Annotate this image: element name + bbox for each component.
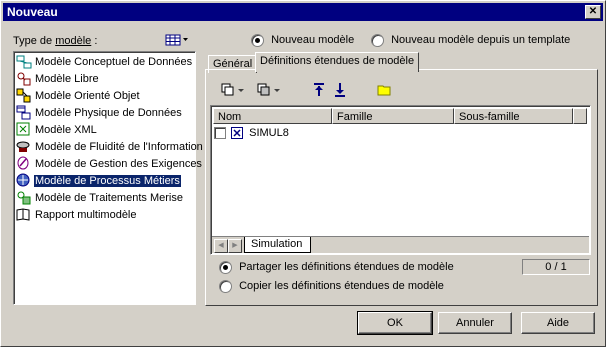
list-item[interactable]: Modèle de Gestion des Exigences xyxy=(16,156,205,172)
list-item[interactable]: Modèle Physique de Données xyxy=(16,105,185,121)
radio-copy-definitions[interactable]: Copier les définitions étendues de modèl… xyxy=(219,280,444,293)
free-model-icon xyxy=(16,71,32,87)
list-item[interactable]: Modèle de Traitements Merise xyxy=(16,190,186,206)
import-definition-button[interactable] xyxy=(256,82,280,98)
ok-button[interactable]: OK xyxy=(357,311,433,335)
list-item[interactable]: Modèle de Fluidité de l'Information xyxy=(16,139,206,155)
list-item-label: Rapport multimodèle xyxy=(35,209,137,221)
object-model-icon xyxy=(16,88,32,104)
radio-new-model-label: Nouveau modèle xyxy=(271,34,355,47)
list-item-label: Modèle XML xyxy=(35,124,97,136)
column-header-subfamily[interactable]: Sous-famille xyxy=(454,108,573,124)
radio-new-from-template-control[interactable] xyxy=(371,34,384,47)
radio-copy-control[interactable] xyxy=(219,280,232,293)
cancel-button[interactable]: Annuler xyxy=(438,312,512,334)
folder-icon xyxy=(377,85,391,96)
conceptual-model-icon xyxy=(16,54,32,70)
title-bar: Nouveau ✕ xyxy=(3,3,603,21)
sheet-prev-button[interactable]: ◀ xyxy=(214,239,228,253)
sheet-tab-simulation[interactable]: Simulation xyxy=(244,237,312,253)
row-checkbox[interactable] xyxy=(214,127,226,140)
row-name: SIMUL8 xyxy=(249,127,289,139)
list-item[interactable]: Modèle Orienté Objet xyxy=(16,88,143,104)
xml-model-icon xyxy=(16,122,32,138)
tab-extended-definitions[interactable]: Définitions étendues de modèle xyxy=(255,52,420,72)
triangle-left-icon: ◀ xyxy=(218,242,224,249)
list-item-label: Modèle de Traitements Merise xyxy=(35,192,183,204)
list-item-label: Modèle de Processus Métiers xyxy=(33,174,182,188)
move-down-button[interactable] xyxy=(333,82,349,98)
list-item[interactable]: Modèle de Processus Métiers xyxy=(16,173,183,189)
radio-new-model[interactable]: Nouveau modèle xyxy=(251,34,354,47)
list-item[interactable]: Rapport multimodèle xyxy=(16,207,140,223)
triangle-right-icon: ▶ xyxy=(232,242,238,249)
radio-new-from-template-label: Nouveau modèle depuis un template xyxy=(391,34,571,47)
list-item[interactable]: Modèle Conceptuel de Données xyxy=(16,54,195,70)
model-type-list[interactable]: Modèle Conceptuel de Données Modèle Libre… xyxy=(13,51,203,305)
list-item[interactable]: Modèle XML xyxy=(16,122,100,138)
radio-new-model-control[interactable] xyxy=(251,34,264,47)
radio-share-control[interactable] xyxy=(219,261,232,274)
import-definition-icon xyxy=(257,83,280,96)
open-folder-button[interactable] xyxy=(377,82,393,98)
list-item-label: Modèle Physique de Données xyxy=(35,107,182,119)
radio-share-definitions[interactable]: Partager les définitions étendues de mod… xyxy=(219,261,454,274)
list-item-label: Modèle Conceptuel de Données xyxy=(35,56,193,68)
merise-icon xyxy=(16,190,32,206)
model-type-label: Type de modèle : xyxy=(13,35,98,47)
dialog-title: Nouveau xyxy=(7,5,58,19)
add-definition-icon xyxy=(221,83,244,96)
list-item-label: Modèle de Gestion des Exigences xyxy=(35,158,202,170)
new-model-dialog: Nouveau ✕ Type de modèle : Modèle Concep… xyxy=(0,0,606,347)
business-process-icon xyxy=(16,173,32,189)
move-down-icon xyxy=(335,83,345,97)
help-button[interactable]: Aide xyxy=(521,312,595,334)
view-mode-button[interactable] xyxy=(165,33,189,47)
close-button[interactable]: ✕ xyxy=(585,5,601,19)
list-item-label: Modèle Orienté Objet xyxy=(35,90,140,102)
requirements-icon xyxy=(16,156,32,172)
physical-model-icon xyxy=(16,105,32,121)
radio-new-from-template[interactable]: Nouveau modèle depuis un template xyxy=(371,34,570,47)
extension-file-icon xyxy=(231,127,244,140)
column-header-spacer xyxy=(573,108,587,124)
column-header-name[interactable]: Nom xyxy=(213,108,332,124)
close-icon: ✕ xyxy=(588,6,598,17)
column-header-family[interactable]: Famille xyxy=(332,108,454,124)
list-view-icon xyxy=(165,34,188,46)
sheet-tab-bar: ◀ ▶ Simulation xyxy=(212,236,589,253)
table-row[interactable]: SIMUL8 xyxy=(214,126,289,140)
move-up-button[interactable] xyxy=(312,82,328,98)
selection-counter: 0 / 1 xyxy=(522,259,590,275)
definitions-grid[interactable]: Nom Famille Sous-famille SIMUL8 ◀ ▶ Simu… xyxy=(210,105,591,255)
list-item-label: Modèle de Fluidité de l'Information xyxy=(35,141,203,153)
radio-copy-label: Copier les définitions étendues de modèl… xyxy=(239,280,444,293)
report-icon xyxy=(16,207,32,223)
information-flow-icon xyxy=(16,139,32,155)
add-definition-button[interactable] xyxy=(220,82,244,98)
sheet-next-button[interactable]: ▶ xyxy=(228,239,242,253)
list-item[interactable]: Modèle Libre xyxy=(16,71,102,87)
move-up-icon xyxy=(314,83,324,96)
radio-share-label: Partager les définitions étendues de mod… xyxy=(239,261,454,274)
list-item-label: Modèle Libre xyxy=(35,73,99,85)
